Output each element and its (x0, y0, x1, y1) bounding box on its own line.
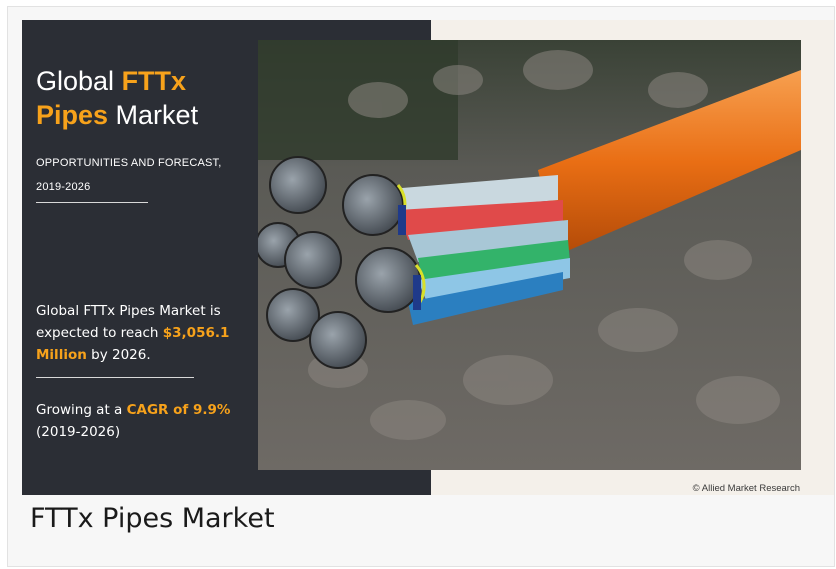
fact2-period: (2019-2026) (36, 424, 121, 440)
divider-bottom (36, 377, 194, 378)
subtitle-line-1: OPPORTUNITIES AND FORECAST, (36, 157, 222, 169)
title-prefix: Global (36, 66, 122, 96)
subtitle-line-2: 2019-2026 (36, 181, 91, 193)
market-infographic[interactable]: Global FTTx Pipes Market OPPORTUNITIES A… (22, 20, 834, 495)
fact2-prefix: Growing at a (36, 402, 127, 418)
infographic-subtitle: OPPORTUNITIES AND FORECAST, 2019-2026 (36, 151, 222, 199)
market-size-fact: Global FTTx Pipes Market is expected to … (36, 300, 251, 366)
title-highlight-pipes: Pipes (36, 100, 109, 130)
image-caption: FTTx Pipes Market (30, 503, 275, 534)
infographic-title: Global FTTx Pipes Market (36, 64, 198, 132)
fact1-suffix: by 2026. (86, 347, 151, 363)
title-highlight-fttx: FTTx (121, 66, 187, 96)
fttx-pipes-photo (258, 40, 801, 470)
article-card: Global FTTx Pipes Market OPPORTUNITIES A… (7, 6, 835, 567)
divider-top (36, 202, 148, 203)
title-suffix: Market (108, 100, 199, 130)
cagr-fact: Growing at a CAGR of 9.9% (2019-2026) (36, 399, 251, 443)
copyright-notice: © Allied Market Research (692, 483, 800, 494)
fact2-value: CAGR of 9.9% (126, 402, 231, 418)
